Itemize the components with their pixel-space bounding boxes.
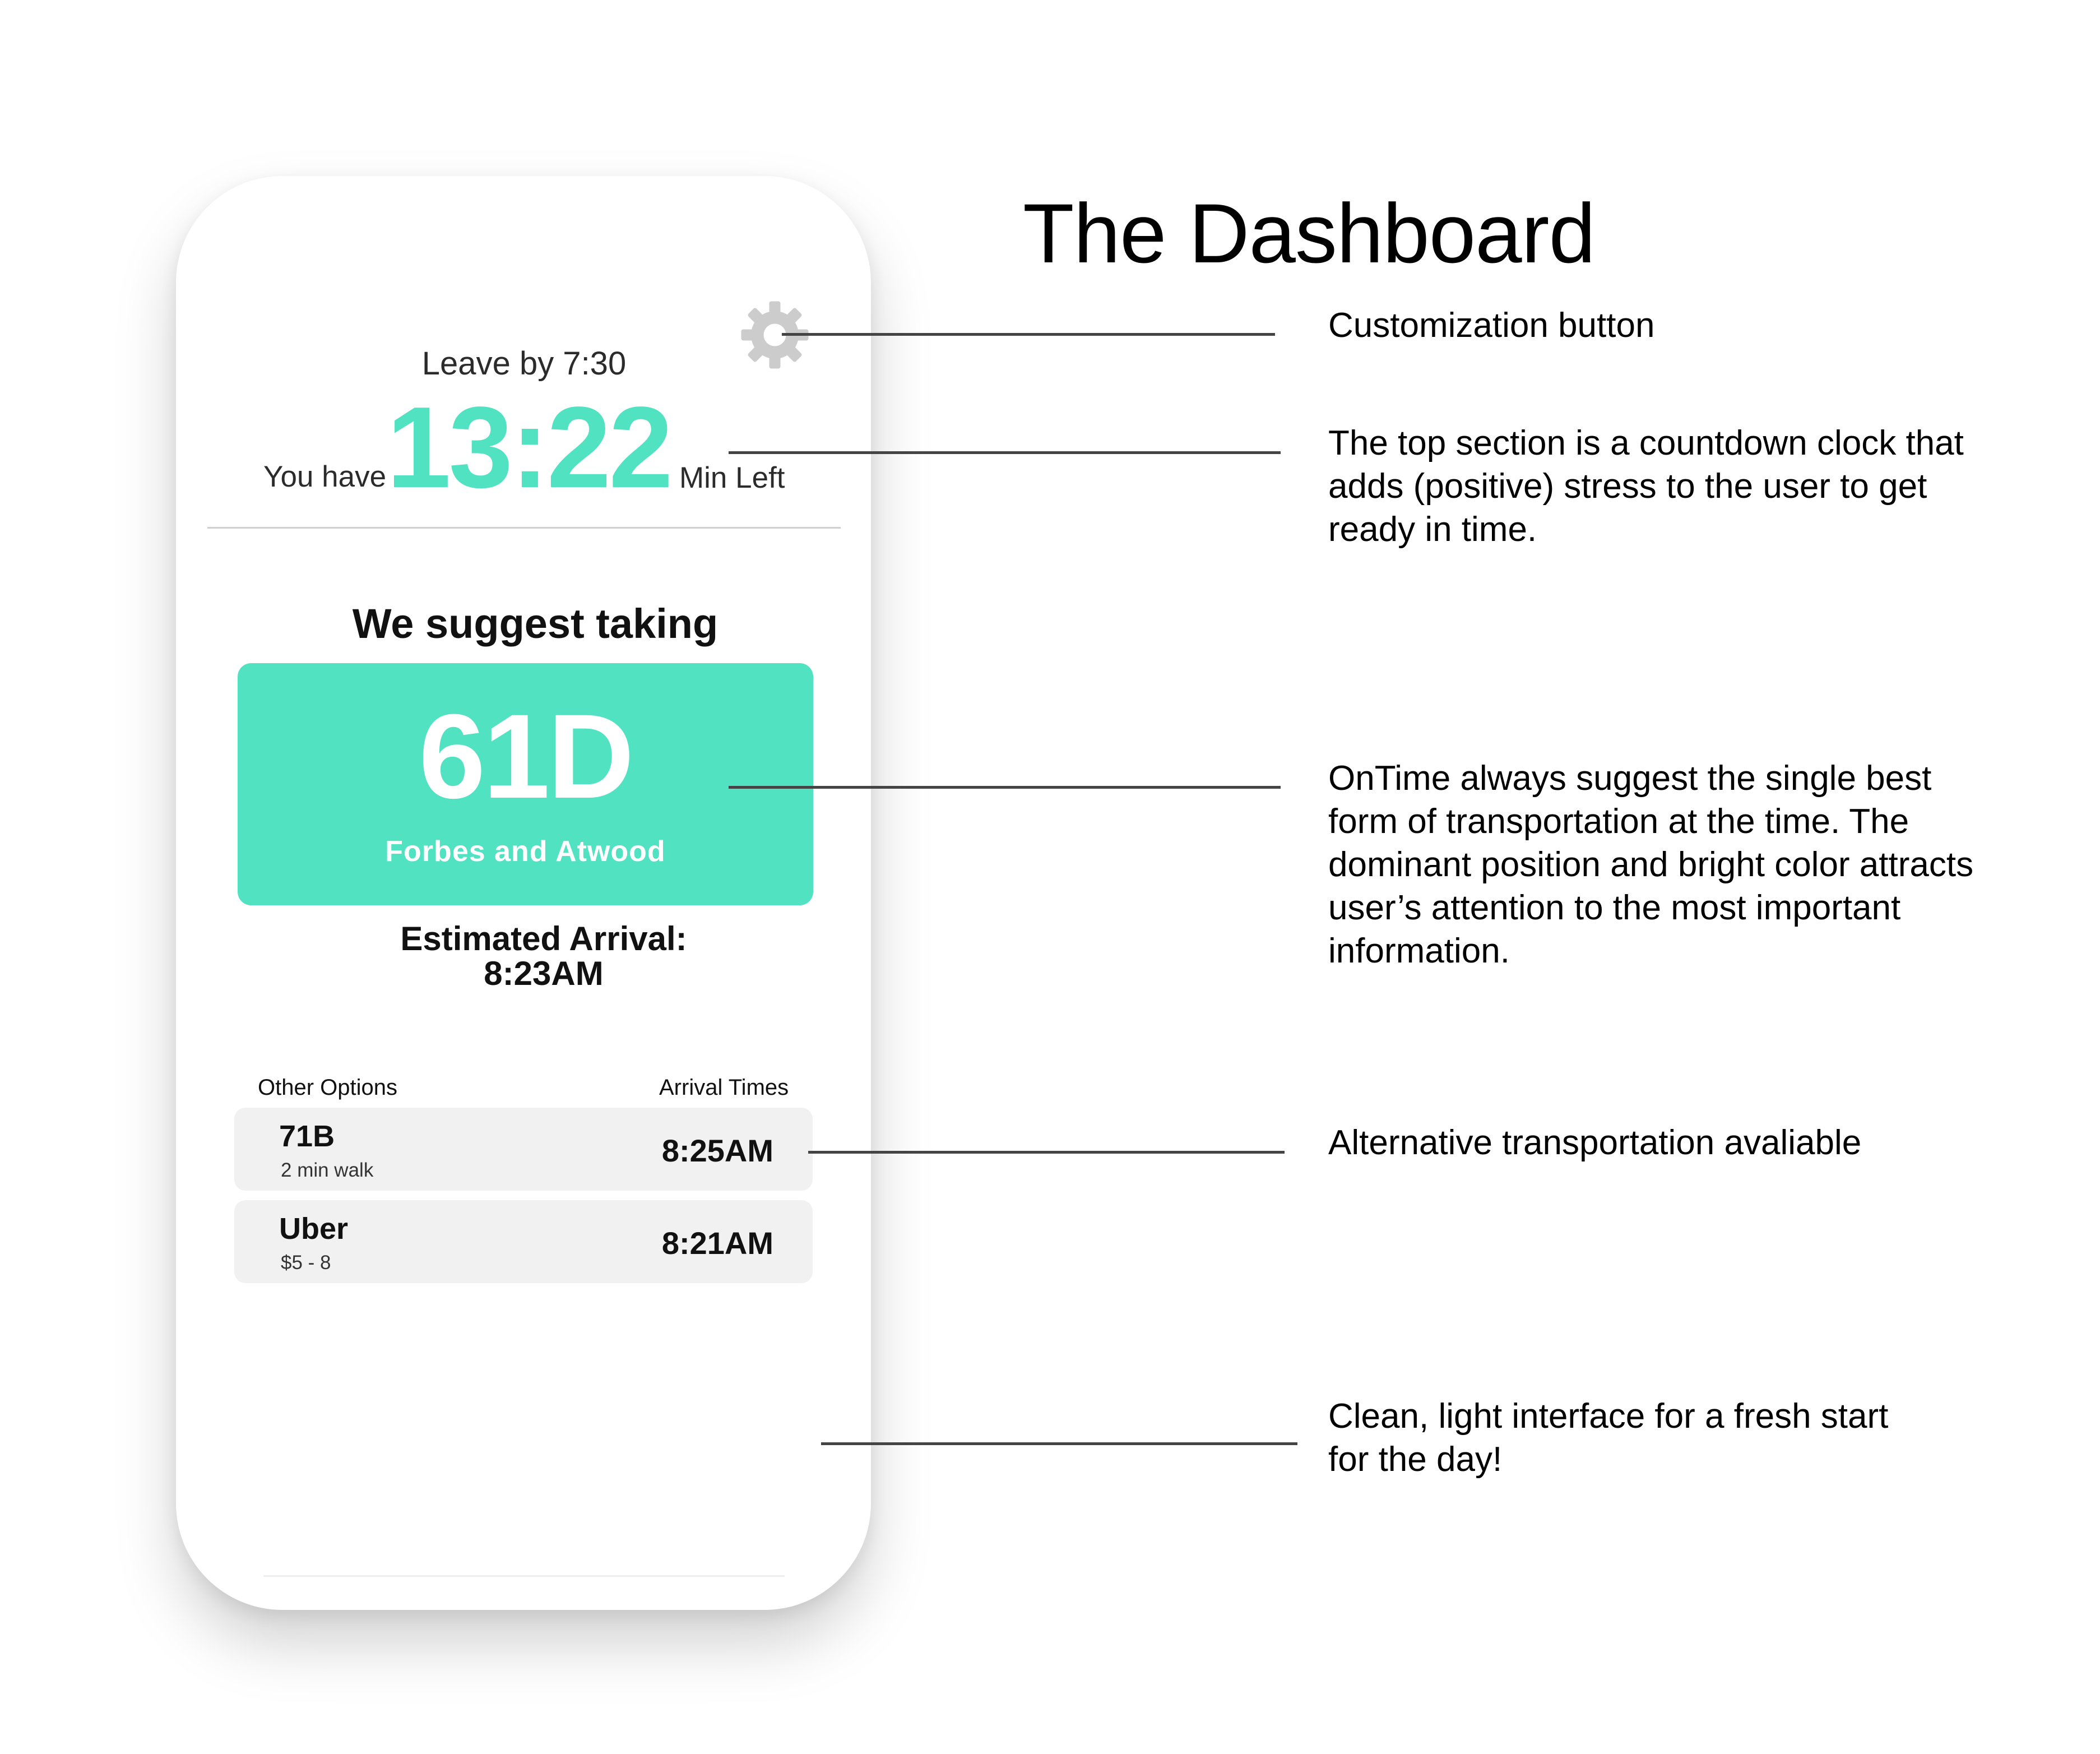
option-detail: $5 - 8	[281, 1252, 331, 1274]
leader-line-customization	[782, 333, 1275, 336]
option-name: 71B	[279, 1119, 335, 1153]
suggestion-heading: We suggest taking	[352, 600, 718, 647]
estimated-arrival-time: 8:23AM	[484, 955, 604, 992]
option-arrival-time: 8:21AM	[661, 1225, 773, 1261]
leader-line-suggestion	[729, 786, 1281, 789]
annotation-customization: Customization button	[1328, 306, 1655, 345]
option-row-uber[interactable]: Uber $5 - 8 8:21AM	[234, 1200, 813, 1283]
annotation-clean: Clean, light interface for a fresh start…	[1328, 1397, 1889, 1479]
other-options-header: Other Options	[258, 1075, 398, 1100]
you-have-label: You have	[263, 460, 387, 493]
countdown-clock: 13:22	[387, 383, 673, 512]
option-detail: 2 min walk	[281, 1159, 374, 1181]
divider	[207, 527, 841, 529]
annotation-suggestion: OnTime always suggest the single best fo…	[1328, 759, 1974, 970]
leader-line-alternatives	[808, 1151, 1285, 1154]
annotation-alternatives: Alternative transportation avaliable	[1328, 1123, 1862, 1162]
home-indicator	[263, 1575, 785, 1577]
arrival-times-header: Arrival Times	[659, 1075, 789, 1100]
leader-line-countdown	[729, 451, 1281, 454]
min-left-label: Min Left	[679, 461, 785, 494]
suggested-route-card[interactable]: 61D Forbes and Atwood	[238, 663, 813, 905]
option-name: Uber	[279, 1212, 349, 1246]
leader-line-clean	[821, 1442, 1297, 1445]
suggested-route-stop: Forbes and Atwood	[385, 835, 666, 868]
leave-by-text: Leave by 7:30	[421, 345, 627, 382]
page-title: The Dashboard	[1023, 186, 1596, 280]
option-row-71b[interactable]: 71B 2 min walk 8:25AM	[234, 1108, 813, 1191]
annotation-countdown: The top section is a countdown clock tha…	[1328, 424, 1964, 549]
option-arrival-time: 8:25AM	[661, 1133, 773, 1168]
suggested-route-code: 61D	[419, 689, 634, 823]
estimated-arrival-label: Estimated Arrival:	[400, 920, 687, 957]
